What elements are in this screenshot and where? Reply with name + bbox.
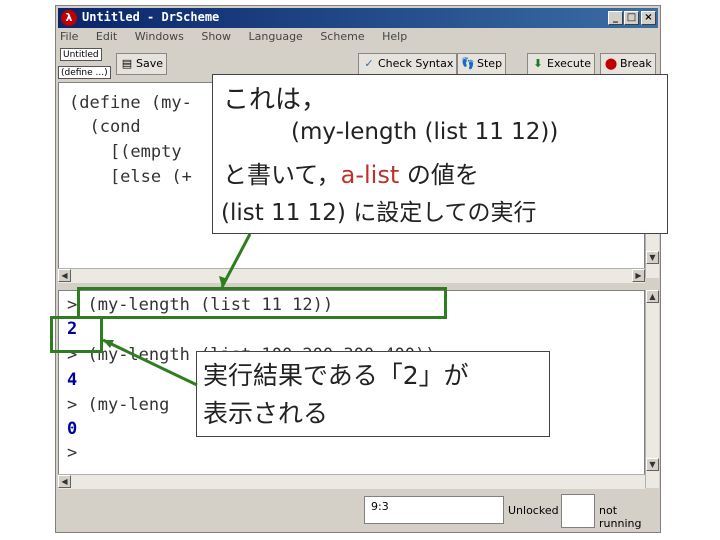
pointer-to-result [102, 338, 198, 387]
annotation-pointers [102, 233, 252, 387]
